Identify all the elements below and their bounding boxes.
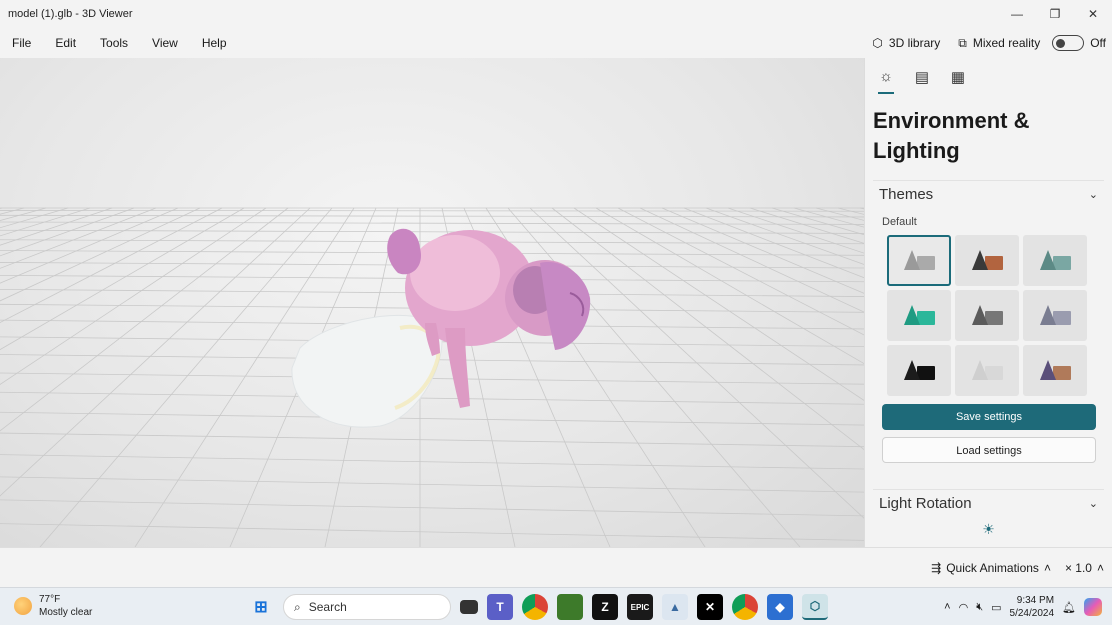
windows-start-icon[interactable]: ⊞ [248,594,274,620]
animation-icon: ⇶ [931,561,942,575]
save-settings-button[interactable]: Save settings [882,404,1096,430]
theme-cone-shape [972,360,988,380]
theme-cone-shape [972,305,988,325]
epic-games-icon[interactable]: EPIC [627,594,653,620]
weather-icon [14,597,32,615]
weather-condition: Mostly clear [39,607,93,618]
load-settings-button[interactable]: Load settings [882,437,1096,463]
minecraft-icon[interactable] [557,594,583,620]
mixed-reality-state: Off [1090,36,1106,50]
chevron-up-icon: ⌄ [1088,189,1098,201]
clock-date: 5/24/2024 [1009,608,1055,619]
menu-bar: File Edit Tools View Help ⬡ 3D library ⧉… [0,28,1112,58]
title-bar: model (1).glb - 3D Viewer — ❐ ✕ [0,0,1112,28]
volume-icon[interactable]: 🔇︎ [976,601,983,614]
environment-panel: ☼ ▤ ▦ Environment & Lighting Themes ⌄ De… [864,58,1112,547]
theme-cone-shape [1040,250,1056,270]
theme-thumbnail[interactable] [1023,290,1087,341]
themes-header[interactable]: Themes ⌄ [873,180,1104,208]
light-rotation-sun-icon[interactable]: ☀ [865,521,1112,538]
window-title: model (1).glb - 3D Viewer [8,8,133,20]
theme-cone-shape [972,250,988,270]
teams-icon[interactable]: T [487,594,513,620]
chevron-up-icon: ˄ [1096,561,1104,575]
quick-animations-button[interactable]: ⇶ Quick Animations ˄ [931,561,1051,575]
search-placeholder: Search [308,600,347,614]
3d-viewport[interactable] [0,58,864,547]
theme-cone-shape [1040,305,1056,325]
chevron-up-icon[interactable]: ˄ [944,601,950,613]
speed-label: × 1.0 [1064,561,1092,575]
clock-time: 9:34 PM [1016,595,1055,606]
theme-thumbnail[interactable] [887,345,951,396]
menu-help[interactable]: Help [190,28,239,58]
theme-cone-shape [904,250,920,270]
stats-icon: ▤ [914,69,930,86]
paint-icon[interactable]: ◆ [767,594,793,620]
theme-thumbnail[interactable] [1023,345,1087,396]
clock[interactable]: 9:34 PM 5/24/2024 [1010,594,1055,620]
capcut-icon[interactable]: ✕ [697,594,723,620]
theme-thumbnail[interactable] [955,345,1019,396]
search-icon: ⌕ [294,599,301,614]
chevron-up-icon: ˄ [1043,561,1051,575]
panel-title-line2: Lighting [873,138,960,163]
cube-icon: ⬡ [872,36,883,50]
grid-icon: ▦ [950,69,966,86]
app-icon[interactable]: Z [592,594,618,620]
theme-thumbnail[interactable] [1023,235,1087,286]
light-rotation-label: Light Rotation [879,495,972,512]
menu-tools[interactable]: Tools [88,28,140,58]
3d-library-label: 3D library [888,36,941,50]
panel-title: Environment & Lighting [865,96,1112,166]
system-tray: ˄ ◠ 🔇︎ ▭ 9:34 PM 5/24/2024 🔔︎ [944,592,1102,622]
restore-icon[interactable]: ❐ [1036,0,1074,28]
panel-tabs: ☼ ▤ ▦ [865,58,1112,96]
theme-thumbnail[interactable] [887,235,951,286]
theme-thumbnail[interactable] [955,235,1019,286]
theme-grid [865,228,1112,396]
theme-thumbnail[interactable] [887,290,951,341]
chrome-icon[interactable] [522,594,548,620]
theme-thumbnail[interactable] [955,290,1019,341]
menu-edit[interactable]: Edit [43,28,88,58]
quick-animations-label: Quick Animations [946,561,1039,575]
taskbar: 77°F Mostly clear ⊞ ⌕ Search T Z EPIC ▲ … [0,587,1112,625]
bottom-bar: ⇶ Quick Animations ˄ × 1.0 ˄ [0,547,1112,587]
battery-icon[interactable]: ▭ [991,601,1001,614]
floor-grid [0,207,864,547]
3d-library-button[interactable]: ⬡ 3D library [866,36,946,50]
theme-cone-shape [1040,360,1056,380]
photos-icon[interactable]: ▲ [662,594,688,620]
mixed-reality-button[interactable]: ⧉ Mixed reality [952,36,1046,51]
taskbar-search[interactable]: ⌕ Search [283,594,451,620]
task-view-icon[interactable] [460,600,478,614]
mixed-reality-toggle[interactable] [1052,35,1085,51]
temperature: 77°F [39,594,61,605]
tab-stats[interactable]: ▤ [911,68,933,94]
wifi-icon[interactable]: ◠ [959,601,969,614]
panel-title-line1: Environment & [873,108,1030,133]
close-icon[interactable]: ✕ [1074,0,1112,28]
chrome-profile-icon[interactable] [732,594,758,620]
weather-widget[interactable]: 77°F Mostly clear [14,593,92,619]
speed-button[interactable]: × 1.0 ˄ [1065,561,1104,575]
notification-bell-icon[interactable]: 🔔︎ [1062,601,1076,614]
theme-cone-shape [904,360,920,380]
tab-lighting[interactable]: ☼ [875,68,897,94]
light-rotation-header[interactable]: Light Rotation ⌄ [873,489,1104,517]
theme-cone-shape [904,305,920,325]
copilot-icon[interactable] [1084,598,1102,616]
tab-grid[interactable]: ▦ [947,68,969,94]
minimize-icon[interactable]: — [998,0,1036,28]
chevron-down-icon: ⌄ [1088,498,1098,510]
3d-viewer-taskbar-icon[interactable]: ⬡ [802,594,828,620]
sun-icon: ☼ [879,68,893,85]
themes-sub-label: Default [882,216,917,228]
menu-view[interactable]: View [140,28,190,58]
mixed-reality-label: Mixed reality [972,36,1041,50]
themes-label: Themes [879,186,934,203]
menu-file[interactable]: File [0,28,43,58]
mixed-reality-icon: ⧉ [958,35,967,50]
